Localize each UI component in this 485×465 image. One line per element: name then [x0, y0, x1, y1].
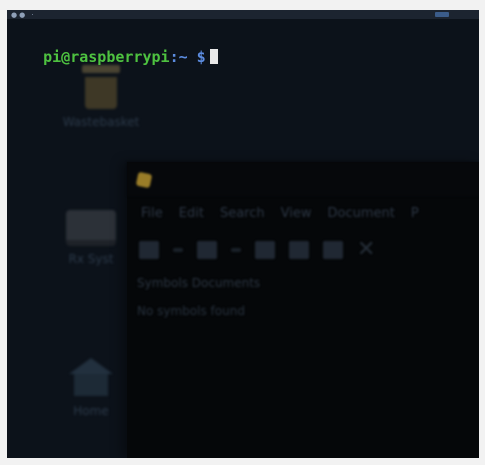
text-cursor	[209, 49, 218, 64]
tray-icon[interactable]	[435, 12, 449, 17]
menu-bar: File Edit Search View Document P	[127, 196, 479, 230]
toolbar: ✕	[127, 230, 479, 270]
prompt-path: :~ $	[169, 48, 206, 66]
top-panel: ●● ·	[7, 10, 479, 19]
screen: ●● · Wastebasket Rx Syst Home File Edit …	[7, 10, 479, 458]
terminal-prompt-line[interactable]: pi@raspberrypi:~ $	[7, 24, 479, 66]
panel-glyphs: ●● ·	[11, 11, 36, 19]
menu-search[interactable]: Search	[220, 206, 265, 221]
dropdown-icon[interactable]	[231, 248, 241, 252]
desktop-icon-label: Wastebasket	[62, 115, 140, 129]
menu-project[interactable]: P	[411, 206, 419, 221]
drive-icon	[66, 210, 116, 246]
save-all-icon[interactable]	[289, 241, 309, 259]
home-icon	[69, 358, 113, 398]
sidebar-tabs[interactable]: Symbols Documents	[127, 276, 479, 290]
menu-file[interactable]: File	[141, 206, 163, 221]
menu-view[interactable]: View	[281, 206, 312, 221]
revert-icon[interactable]	[323, 241, 343, 259]
save-icon[interactable]	[255, 241, 275, 259]
prompt-user-host: pi@raspberrypi	[43, 48, 170, 66]
open-file-icon[interactable]	[197, 241, 217, 259]
window-titlebar[interactable]	[127, 162, 479, 196]
menu-document[interactable]: Document	[327, 206, 394, 221]
app-icon	[135, 171, 153, 189]
menu-edit[interactable]: Edit	[179, 206, 204, 221]
desktop-icon-wastebasket[interactable]: Wastebasket	[41, 65, 161, 129]
dropdown-icon[interactable]	[173, 248, 183, 252]
new-file-icon[interactable]	[139, 241, 159, 259]
close-icon[interactable]: ✕	[357, 239, 375, 261]
editor-window[interactable]: File Edit Search View Document P ✕ Symbo…	[127, 162, 479, 458]
symbols-empty-message: No symbols found	[137, 304, 245, 318]
trash-icon	[82, 65, 120, 109]
